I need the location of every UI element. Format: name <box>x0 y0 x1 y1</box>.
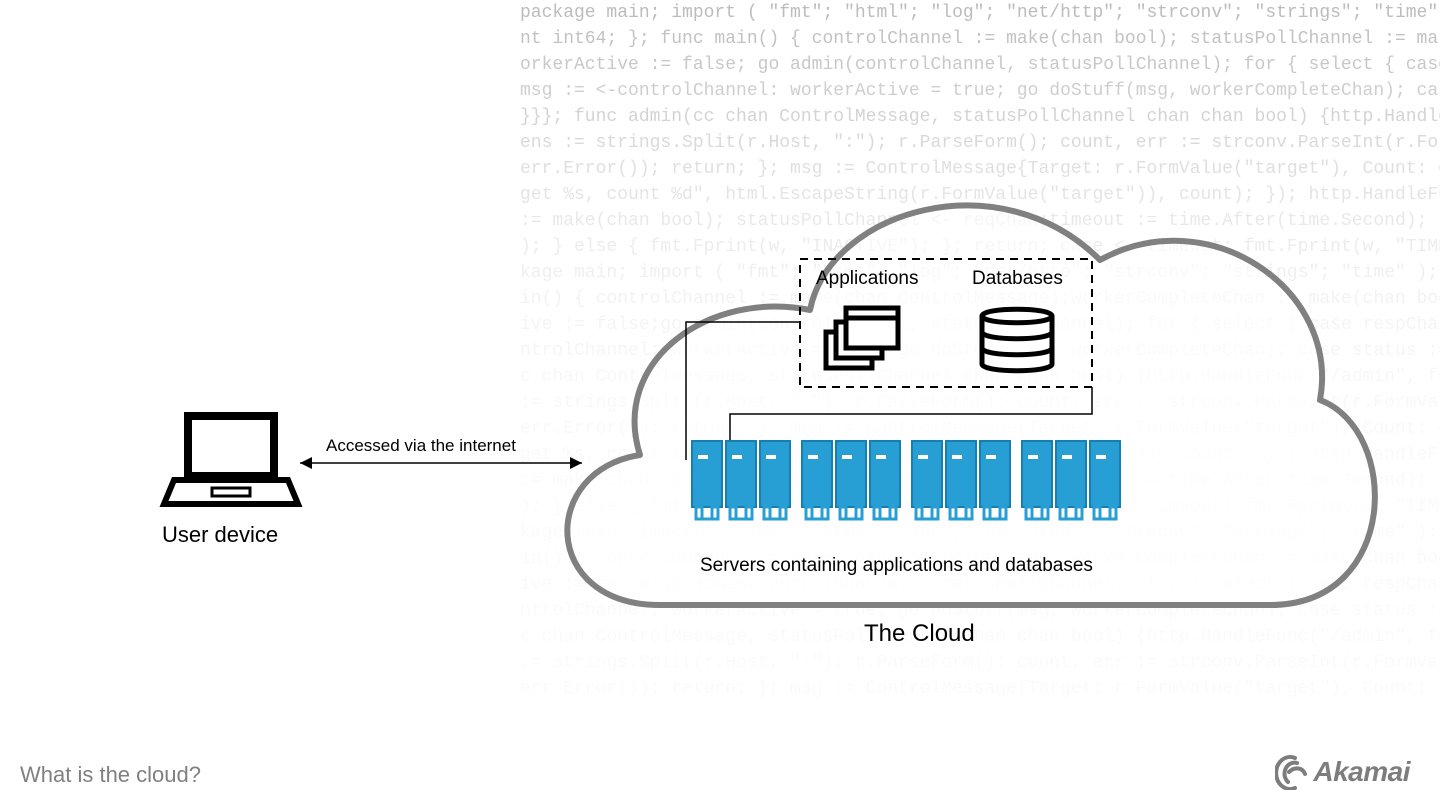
arrow-head-right <box>570 457 582 469</box>
databases-label: Databases <box>972 268 1063 290</box>
diagram-svg <box>0 0 1440 810</box>
brand-logo: Akamai <box>1275 754 1410 790</box>
applications-label: Applications <box>816 268 918 290</box>
cloud-title: The Cloud <box>864 620 975 648</box>
brand-text: Akamai <box>1313 756 1410 788</box>
arrow-head-left <box>300 457 312 469</box>
user-device-label: User device <box>162 522 278 548</box>
accessed-label: Accessed via the internet <box>326 436 516 456</box>
servers-caption: Servers containing applications and data… <box>700 555 1093 577</box>
laptop-icon <box>164 416 298 504</box>
databases-icon <box>982 309 1052 371</box>
page-caption: What is the cloud? <box>20 762 201 788</box>
cloud-outline <box>567 205 1375 605</box>
